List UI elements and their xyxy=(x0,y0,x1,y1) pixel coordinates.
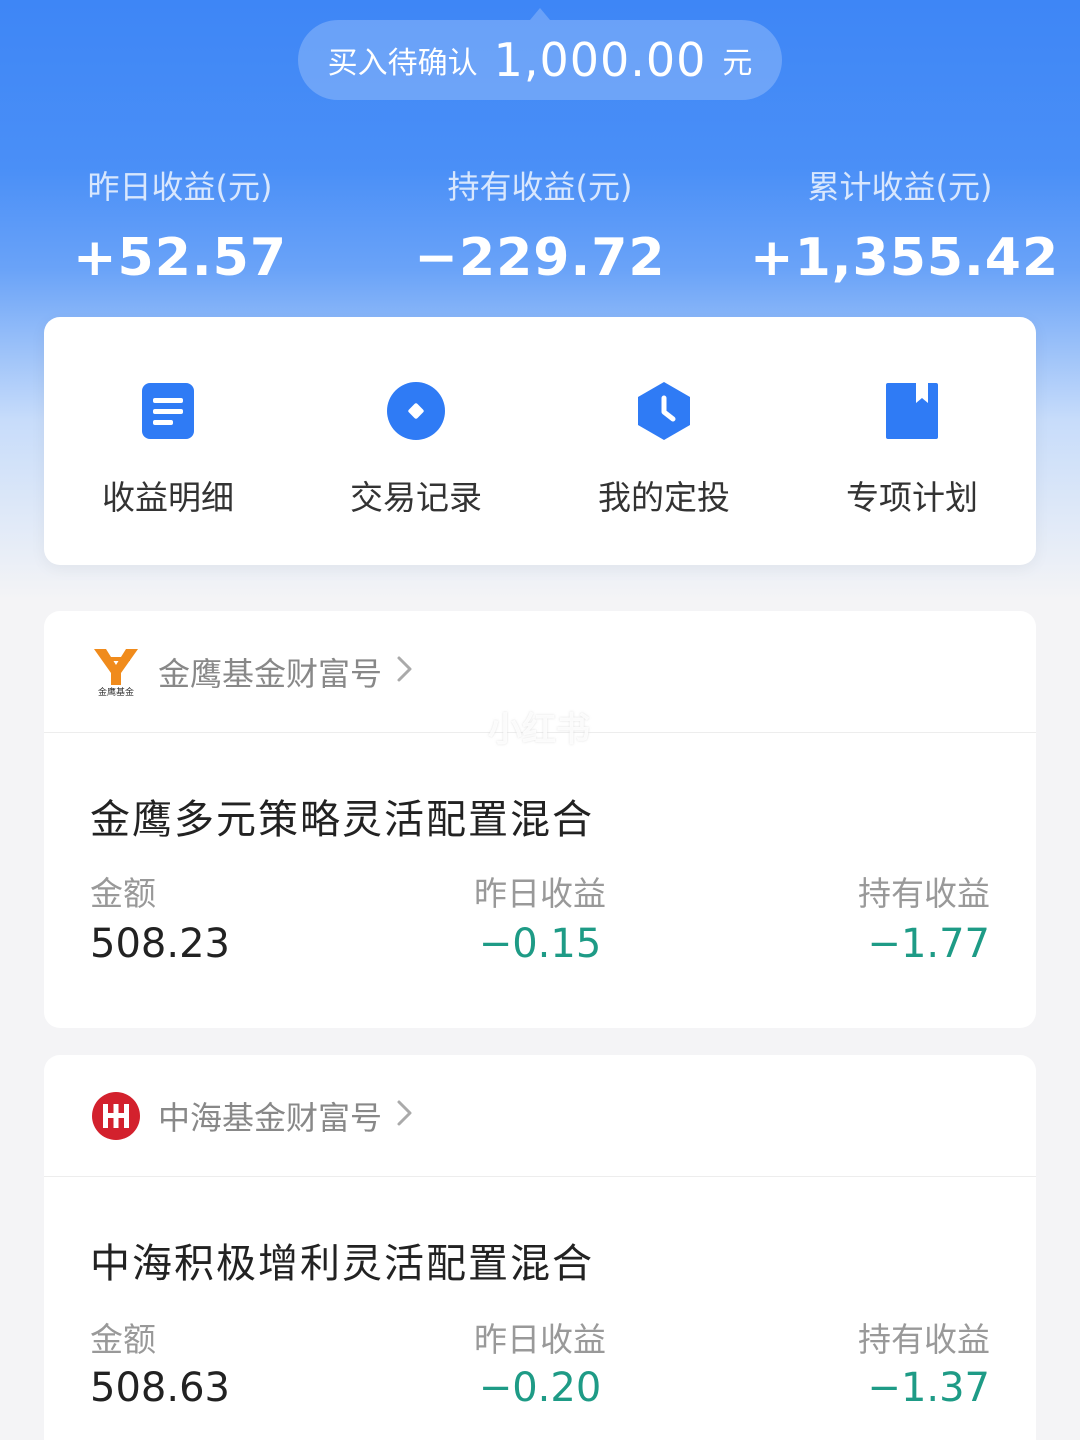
amount-label: 金额 xyxy=(90,1320,156,1359)
quick-action-label: 我的定投 xyxy=(598,478,730,517)
zhonghai-logo-icon xyxy=(92,1092,140,1140)
pending-unit: 元 xyxy=(722,46,753,81)
record-icon xyxy=(387,382,445,440)
pending-label: 买入待确认 xyxy=(327,46,478,81)
fund-brand-row[interactable]: 中海基金财富号 xyxy=(44,1055,1036,1177)
fund-brand-name: 金鹰基金财富号 xyxy=(158,655,383,693)
bookmark-icon xyxy=(886,383,938,439)
stat-holding: 持有收益(元) −229.72 xyxy=(390,162,690,288)
quick-actions-card: 收益明细 交易记录 我的定投 专项计划 xyxy=(44,317,1036,565)
chevron-right-icon xyxy=(397,1100,412,1126)
fund-card[interactable]: 中海基金财富号 中海积极增利灵活配置混合 金额 昨日收益 持有收益 508.63… xyxy=(44,1055,1036,1440)
pending-amount: 1,000.00 xyxy=(493,33,707,87)
holding-earnings-value: −1.77 xyxy=(867,921,990,967)
quick-action-earnings-detail[interactable]: 收益明细 xyxy=(44,317,292,565)
yesterday-earnings-value: −0.20 xyxy=(478,1365,602,1411)
pending-purchase-pill[interactable]: 买入待确认 1,000.00 元 xyxy=(298,8,782,100)
yesterday-earnings-label: 昨日收益 xyxy=(474,874,606,913)
yesterday-earnings-label: 昨日收益 xyxy=(474,1320,606,1359)
quick-action-my-auto-invest[interactable]: 我的定投 xyxy=(540,317,788,565)
amount-value: 508.23 xyxy=(90,921,230,967)
stat-value: +52.57 xyxy=(72,228,288,288)
stat-label: 持有收益(元) xyxy=(447,168,633,206)
fund-name: 金鹰多元策略灵活配置混合 xyxy=(90,797,594,843)
stat-value: +1,355.42 xyxy=(750,228,1060,288)
earnings-summary: 昨日收益(元) +52.57 持有收益(元) −229.72 累计收益(元) +… xyxy=(0,162,1080,292)
holding-earnings-label: 持有收益 xyxy=(858,874,990,913)
fund-name: 中海积极增利灵活配置混合 xyxy=(90,1241,594,1287)
quick-action-special-plan[interactable]: 专项计划 xyxy=(788,317,1036,565)
fund-brand-name: 中海基金财富号 xyxy=(158,1099,383,1137)
amount-label: 金额 xyxy=(90,874,156,913)
fund-card[interactable]: 金鹰基金 金鹰基金财富号 金鹰多元策略灵活配置混合 金额 昨日收益 持有收益 5… xyxy=(44,611,1036,1028)
pill-notch xyxy=(530,8,550,20)
quick-action-label: 专项计划 xyxy=(846,478,978,517)
quick-action-trade-records[interactable]: 交易记录 xyxy=(292,317,540,565)
holding-earnings-label: 持有收益 xyxy=(858,1320,990,1359)
stat-label: 昨日收益(元) xyxy=(87,168,273,206)
quick-action-label: 交易记录 xyxy=(350,478,482,517)
svg-text:金鹰基金: 金鹰基金 xyxy=(98,686,134,698)
document-icon xyxy=(142,383,194,439)
yesterday-earnings-value: −0.15 xyxy=(478,921,602,967)
quick-action-label: 收益明细 xyxy=(102,478,234,517)
clock-icon xyxy=(638,382,690,440)
watermark: 小红书 xyxy=(488,710,590,750)
stat-yesterday: 昨日收益(元) +52.57 xyxy=(30,162,330,288)
stat-label: 累计收益(元) xyxy=(807,168,993,206)
stat-cumulative: 累计收益(元) +1,355.42 xyxy=(750,162,1060,288)
stat-value: −229.72 xyxy=(414,228,666,288)
golden-eagle-logo-icon: 金鹰基金 xyxy=(94,649,138,698)
fund-holdings-screen: 买入待确认 1,000.00 元 昨日收益(元) +52.57 持有收益(元) … xyxy=(0,0,1080,1440)
chevron-right-icon xyxy=(397,656,412,682)
holding-earnings-value: −1.37 xyxy=(867,1365,990,1411)
amount-value: 508.63 xyxy=(90,1365,230,1411)
